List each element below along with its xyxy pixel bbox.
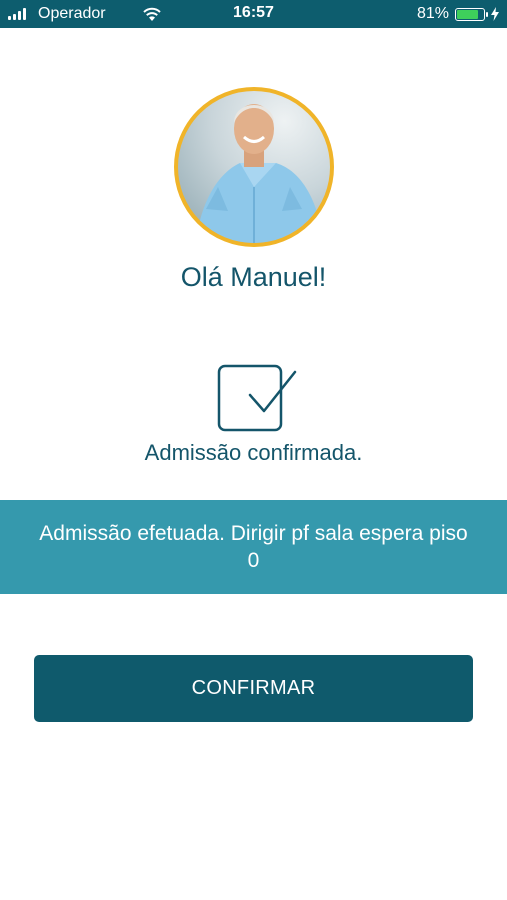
battery-percent: 81%: [416, 5, 449, 22]
status-bar-right: 81%: [417, 4, 499, 24]
confirm-button[interactable]: CONFIRMAR: [34, 655, 473, 722]
battery-icon: [455, 7, 488, 21]
admission-status-message: Admissão confirmada.: [144, 440, 363, 465]
charging-bolt-icon: [491, 7, 499, 21]
info-banner: Admissão efetuada. Dirigir pf sala esper…: [0, 500, 507, 594]
checkbox-checked-icon: [217, 364, 297, 432]
user-photo-avatar: [174, 87, 334, 247]
status-bar: Operador 16:57 81%: [0, 0, 507, 28]
greeting-title: Olá Manuel!: [180, 262, 327, 292]
battery-level-fill: [457, 9, 478, 19]
user-portrait-graphic: [196, 104, 324, 243]
info-banner-text: Admissão efetuada. Dirigir pf sala esper…: [39, 522, 468, 572]
